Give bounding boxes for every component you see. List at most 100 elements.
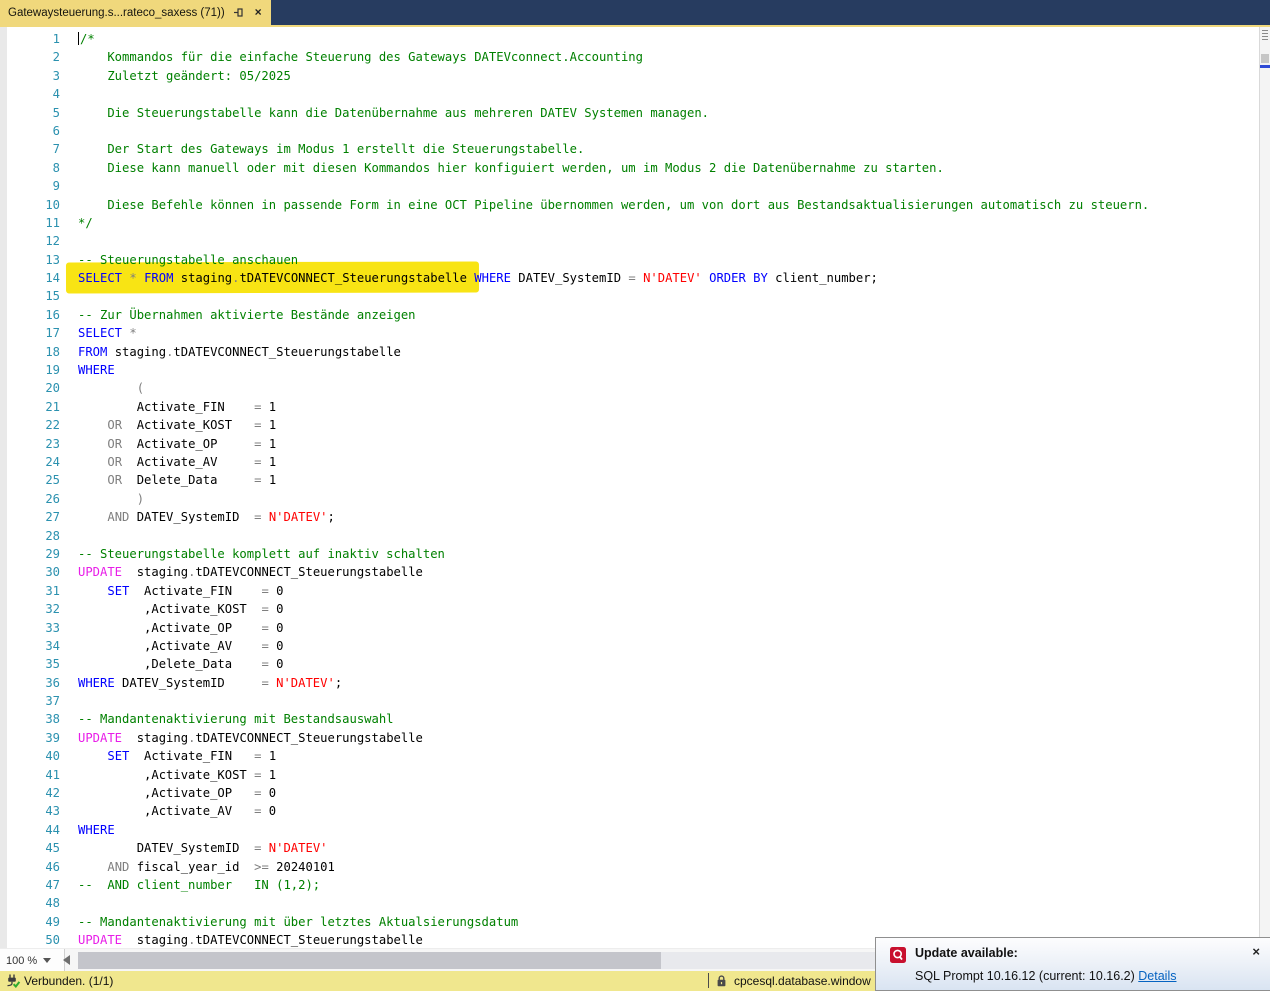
line-number[interactable]: 30 — [0, 563, 60, 581]
line-number[interactable]: 8 — [0, 159, 60, 177]
line-number[interactable]: 49 — [0, 913, 60, 931]
code-line[interactable]: 14 SELECT * FROM staging.tDATEVCONNECT_St… — [0, 269, 1258, 287]
line-number[interactable]: 37 — [0, 692, 60, 710]
line-number[interactable]: 7 — [0, 140, 60, 158]
line-number[interactable]: 44 — [0, 821, 60, 839]
vertical-scrollbar-thumb[interactable] — [1261, 54, 1269, 63]
code-line[interactable]: 47 -- AND client_number IN (1,2); — [0, 876, 1258, 894]
line-number[interactable]: 16 — [0, 306, 60, 324]
line-number[interactable]: 28 — [0, 527, 60, 545]
vertical-scrollbar[interactable] — [1259, 27, 1270, 948]
line-number[interactable]: 20 — [0, 379, 60, 397]
line-number[interactable]: 27 — [0, 508, 60, 526]
splitter-grip-icon[interactable] — [1262, 30, 1268, 40]
code-line[interactable]: 6 — [0, 122, 1258, 140]
line-number[interactable]: 14 — [0, 269, 60, 287]
code-line[interactable]: 18 FROM staging.tDATEVCONNECT_Steuerungst… — [0, 343, 1258, 361]
line-number[interactable]: 24 — [0, 453, 60, 471]
code-line[interactable]: 9 — [0, 177, 1258, 195]
line-number[interactable]: 34 — [0, 637, 60, 655]
line-number[interactable]: 25 — [0, 471, 60, 489]
line-number[interactable]: 4 — [0, 85, 60, 103]
details-link[interactable]: Details — [1138, 969, 1176, 983]
notification-close-icon[interactable]: × — [1252, 944, 1260, 959]
code-line[interactable]: 12 — [0, 232, 1258, 250]
code-line[interactable]: 16 -- Zur Übernahmen aktivierte Bestände … — [0, 306, 1258, 324]
code-line[interactable]: 45 DATEV_SystemID = N'DATEV' — [0, 839, 1258, 857]
code-line[interactable]: 1 /* — [0, 30, 1258, 48]
line-number[interactable]: 46 — [0, 858, 60, 876]
code-line[interactable]: 41 ,Activate_KOST = 1 — [0, 766, 1258, 784]
line-number[interactable]: 1 — [0, 30, 60, 48]
scroll-left-arrow-icon[interactable] — [63, 955, 70, 965]
code-line[interactable]: 26 ) — [0, 490, 1258, 508]
pin-icon[interactable] — [232, 6, 245, 19]
code-line[interactable]: 48 — [0, 894, 1258, 912]
code-line[interactable]: 15 — [0, 287, 1258, 305]
line-number[interactable]: 11 — [0, 214, 60, 232]
code-line[interactable]: 34 ,Activate_AV = 0 — [0, 637, 1258, 655]
line-number[interactable]: 15 — [0, 287, 60, 305]
line-number[interactable]: 42 — [0, 784, 60, 802]
line-number[interactable]: 26 — [0, 490, 60, 508]
code-line[interactable]: 11 */ — [0, 214, 1258, 232]
code-line[interactable]: 5 Die Steuerungstabelle kann die Datenüb… — [0, 104, 1258, 122]
line-number[interactable]: 12 — [0, 232, 60, 250]
line-number[interactable]: 22 — [0, 416, 60, 434]
line-number[interactable]: 32 — [0, 600, 60, 618]
close-icon[interactable]: × — [252, 6, 265, 19]
code-line[interactable]: 30 UPDATE staging.tDATEVCONNECT_Steuerung… — [0, 563, 1258, 581]
code-line[interactable]: 4 — [0, 85, 1258, 103]
code-line[interactable]: 23 OR Activate_OP = 1 — [0, 435, 1258, 453]
code-line[interactable]: 7 Der Start des Gateways im Modus 1 erst… — [0, 140, 1258, 158]
line-number[interactable]: 50 — [0, 931, 60, 948]
line-number[interactable]: 13 — [0, 251, 60, 269]
line-number[interactable]: 9 — [0, 177, 60, 195]
line-number[interactable]: 48 — [0, 894, 60, 912]
code-line[interactable]: 21 Activate_FIN = 1 — [0, 398, 1258, 416]
code-line[interactable]: 31 SET Activate_FIN = 0 — [0, 582, 1258, 600]
line-number[interactable]: 35 — [0, 655, 60, 673]
code-line[interactable]: 29 -- Steuerungstabelle komplett auf inak… — [0, 545, 1258, 563]
line-number[interactable]: 31 — [0, 582, 60, 600]
code-line[interactable]: 20 ( — [0, 379, 1258, 397]
code-line[interactable]: 44 WHERE — [0, 821, 1258, 839]
line-number[interactable]: 23 — [0, 435, 60, 453]
code-line[interactable]: 19 WHERE — [0, 361, 1258, 379]
code-editor[interactable]: 1 /* 2 Kommandos für die einfache Steuerun… — [0, 27, 1270, 948]
code-line[interactable]: 25 OR Delete_Data = 1 — [0, 471, 1258, 489]
code-line[interactable]: 33 ,Activate_OP = 0 — [0, 619, 1258, 637]
code-line[interactable]: 35 ,Delete_Data = 0 — [0, 655, 1258, 673]
line-number[interactable]: 39 — [0, 729, 60, 747]
document-tab[interactable]: Gatewaysteuerung.s...rateco_saxess (71))… — [0, 0, 271, 25]
line-number[interactable]: 36 — [0, 674, 60, 692]
code-line[interactable]: 10 Diese Befehle können in passende Form… — [0, 196, 1258, 214]
line-number[interactable]: 45 — [0, 839, 60, 857]
code-line[interactable]: 38 -- Mandantenaktivierung mit Bestandsau… — [0, 710, 1258, 728]
code-line[interactable]: 49 -- Mandantenaktivierung mit über letzt… — [0, 913, 1258, 931]
code-line[interactable]: 39 UPDATE staging.tDATEVCONNECT_Steuerung… — [0, 729, 1258, 747]
line-number[interactable]: 41 — [0, 766, 60, 784]
code-line[interactable]: 13 -- Steuerungstabelle anschauen — [0, 251, 1258, 269]
line-number[interactable]: 17 — [0, 324, 60, 342]
code-line[interactable]: 24 OR Activate_AV = 1 — [0, 453, 1258, 471]
line-number[interactable]: 10 — [0, 196, 60, 214]
code-line[interactable]: 17 SELECT * — [0, 324, 1258, 342]
code-line[interactable]: 36 WHERE DATEV_SystemID = N'DATEV'; — [0, 674, 1258, 692]
line-number[interactable]: 18 — [0, 343, 60, 361]
line-number[interactable]: 3 — [0, 67, 60, 85]
code-line[interactable]: 27 AND DATEV_SystemID = N'DATEV'; — [0, 508, 1258, 526]
line-number[interactable]: 2 — [0, 48, 60, 66]
line-number[interactable]: 6 — [0, 122, 60, 140]
line-number[interactable]: 19 — [0, 361, 60, 379]
code-line[interactable]: 46 AND fiscal_year_id >= 20240101 — [0, 858, 1258, 876]
code-line[interactable]: 43 ,Activate_AV = 0 — [0, 802, 1258, 820]
code-line[interactable]: 32 ,Activate_KOST = 0 — [0, 600, 1258, 618]
horizontal-scrollbar-thumb[interactable] — [78, 952, 661, 969]
code-line[interactable]: 2 Kommandos für die einfache Steuerung d… — [0, 48, 1258, 66]
code-line[interactable]: 28 — [0, 527, 1258, 545]
zoom-control[interactable]: 100 % — [0, 949, 65, 972]
line-number[interactable]: 38 — [0, 710, 60, 728]
code-line[interactable]: 3 Zuletzt geändert: 05/2025 — [0, 67, 1258, 85]
code-line[interactable]: 37 — [0, 692, 1258, 710]
